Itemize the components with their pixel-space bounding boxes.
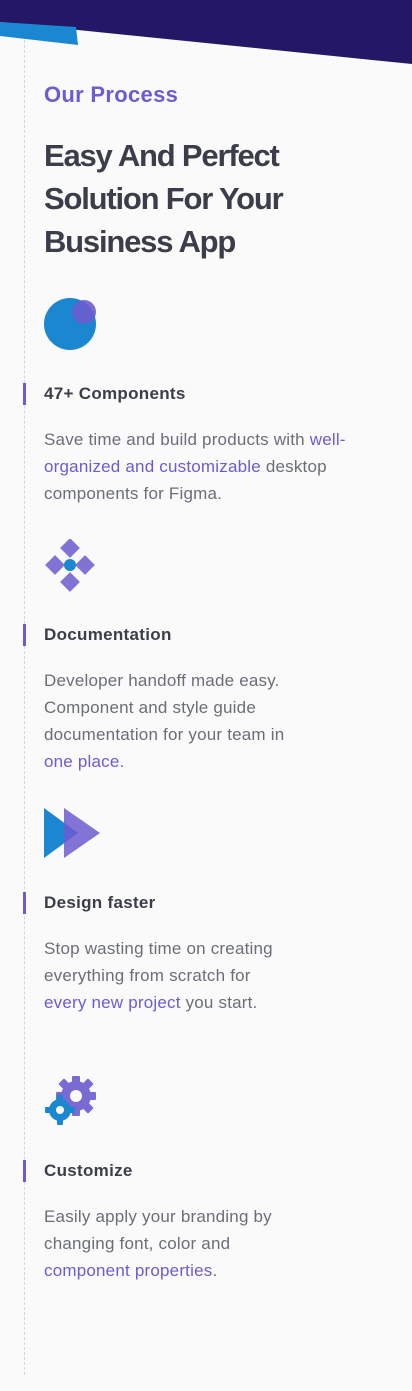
highlight-link[interactable]: every new project bbox=[44, 993, 181, 1012]
highlight-link[interactable]: component properties bbox=[44, 1261, 212, 1280]
section-tag: Our Process bbox=[44, 82, 179, 107]
feature-description: Save time and build products with well-o… bbox=[44, 430, 346, 503]
header-decoration bbox=[0, 0, 412, 64]
timeline-marker bbox=[23, 1160, 26, 1182]
page-title: Easy And Perfect Solution For Your Busin… bbox=[44, 138, 284, 259]
feature-title: Design faster bbox=[44, 893, 156, 912]
feature-title: 47+ Components bbox=[44, 384, 186, 403]
double-play-icon bbox=[44, 808, 100, 858]
feature-title: Documentation bbox=[44, 625, 172, 644]
diamond-cluster-icon bbox=[45, 539, 95, 592]
gears-icon bbox=[45, 1076, 96, 1125]
timeline-marker bbox=[23, 892, 26, 914]
feature-description: Developer handoff made easy. Component a… bbox=[44, 671, 285, 771]
circle-overlap-icon bbox=[44, 298, 96, 350]
timeline-marker bbox=[23, 624, 26, 646]
feature-description: Easily apply your branding by changing f… bbox=[44, 1207, 272, 1280]
feature-description: Stop wasting time on creating everything… bbox=[44, 939, 273, 1012]
timeline-marker bbox=[23, 383, 26, 405]
feature-title: Customize bbox=[44, 1161, 133, 1180]
highlight-link[interactable]: one place bbox=[44, 752, 120, 771]
